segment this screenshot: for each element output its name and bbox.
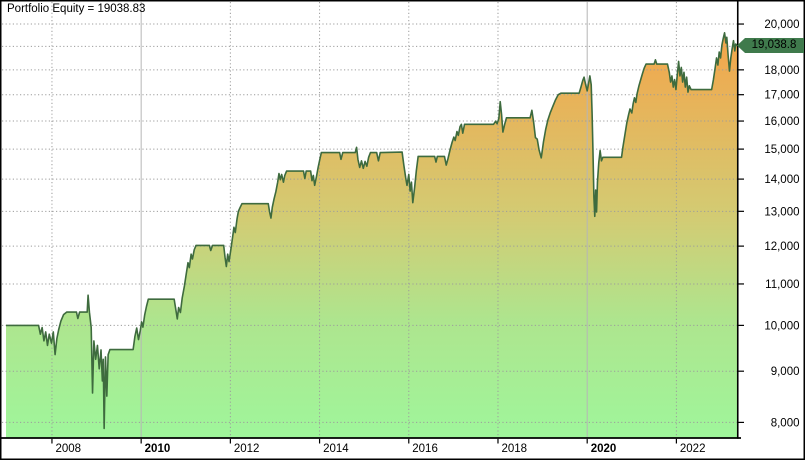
x-axis-tick-label: 2022 bbox=[680, 443, 706, 455]
y-axis-tick-label: 10,000 bbox=[764, 320, 799, 332]
chart-title: Portfolio Equity = 19038.83 bbox=[7, 3, 146, 15]
y-axis-tick-label: 17,000 bbox=[764, 90, 799, 102]
equity-curve-plot: 20,000 18,000 17,000 16,000 15,000 14,000 13,0… bbox=[0, 0, 805, 460]
y-axis-tick-label: 12,000 bbox=[764, 241, 799, 253]
y-axis-tick-label: 20,000 bbox=[764, 19, 799, 31]
y-axis-tick-label: 16,000 bbox=[764, 116, 799, 128]
y-axis-tick-label: 8,000 bbox=[771, 417, 800, 429]
y-axis-tick-label: 13,000 bbox=[764, 206, 799, 218]
x-axis-tick-label: 2012 bbox=[234, 443, 260, 455]
y-axis-tick-label: 15,000 bbox=[764, 144, 799, 156]
last-value-badge: 19,038.8 bbox=[737, 37, 804, 53]
x-axis-tick-label: 2008 bbox=[55, 443, 81, 455]
y-axis-tick-label: 9,000 bbox=[771, 366, 800, 378]
equity-chart-window: 20,000 18,000 17,000 16,000 15,000 14,000 13,0… bbox=[0, 0, 805, 460]
x-axis-tick-label: 2018 bbox=[501, 443, 527, 455]
y-axis-tick-label: 18,000 bbox=[764, 65, 799, 77]
x-axis-tick-label: 2020 bbox=[591, 443, 617, 455]
x-axis-tick-label: 2010 bbox=[145, 443, 171, 455]
x-axis-tick-label: 2016 bbox=[412, 443, 438, 455]
last-value-label: 19,038.8 bbox=[751, 39, 797, 52]
y-axis-tick-label: 11,000 bbox=[765, 279, 799, 291]
y-axis-tick-label: 14,000 bbox=[764, 174, 799, 186]
x-axis-tick-label: 2014 bbox=[323, 443, 349, 455]
equity-area-fill bbox=[6, 32, 738, 438]
